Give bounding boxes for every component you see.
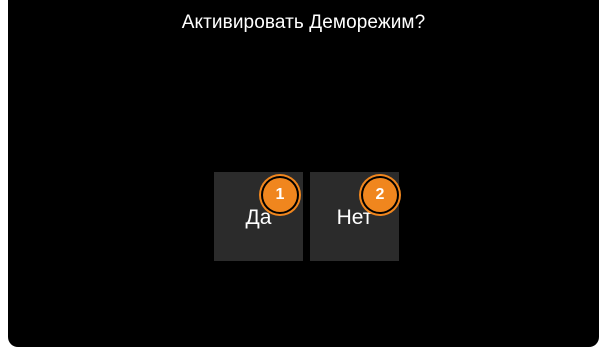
yes-button-label: Да (245, 205, 272, 229)
dialog-title: Активировать Деморежим? (181, 12, 426, 33)
no-button-label: Нет (336, 205, 373, 229)
device-screen: Активировать Деморежим? Да Нет 1 2 (8, 0, 599, 347)
callout-marker-2: 2 (363, 178, 397, 212)
callout-marker-1: 1 (263, 178, 297, 212)
